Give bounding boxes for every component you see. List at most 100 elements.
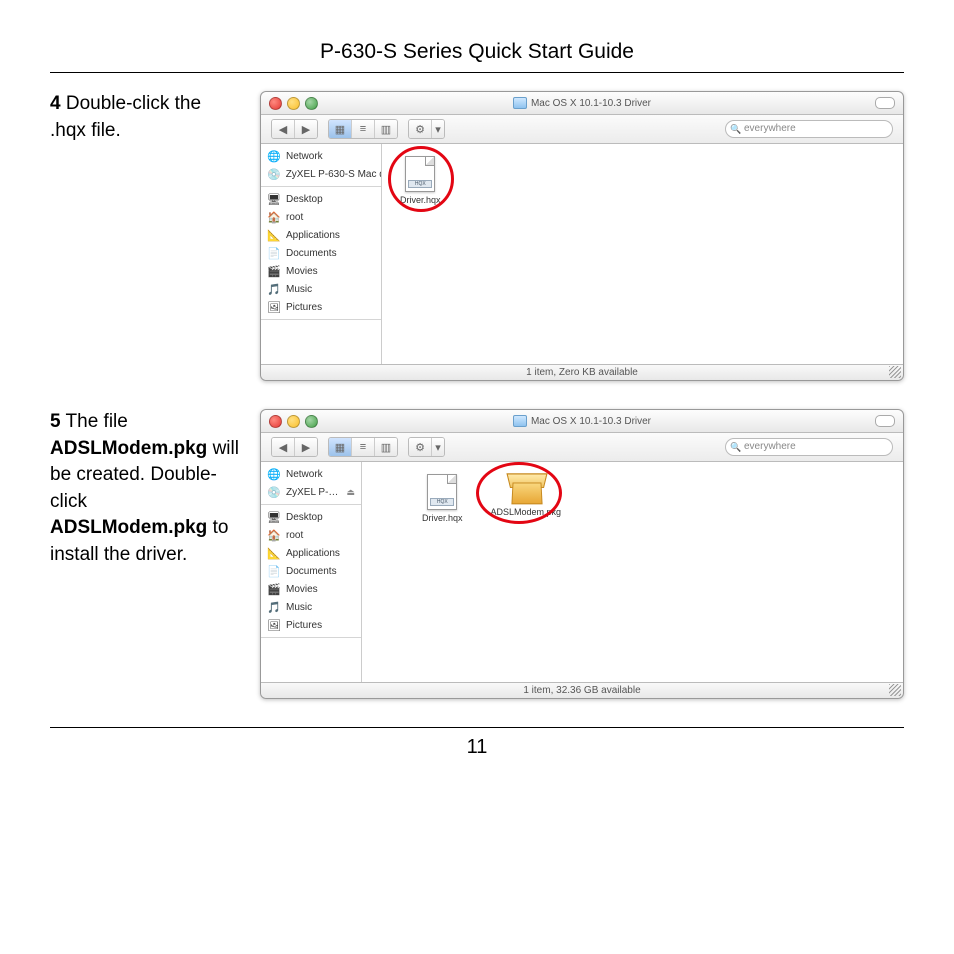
sidebar-item-label: Desktop xyxy=(286,512,323,523)
sidebar-item-root[interactable]: 🏠root xyxy=(261,526,361,544)
folder-icon xyxy=(513,415,527,427)
search-wrap: everywhere xyxy=(725,120,893,138)
applications-icon: 📐 xyxy=(267,228,281,242)
nav-buttons: ◀ ▶ xyxy=(271,119,318,139)
header-rule xyxy=(50,72,904,73)
step-number: 4 xyxy=(50,93,61,114)
sidebar-item-music[interactable]: 🎵 Music xyxy=(261,598,361,616)
sidebar-item-label: Music xyxy=(286,602,312,613)
sidebar-item-label: Movies xyxy=(286,584,318,595)
sidebar-item-label: Network xyxy=(286,469,323,480)
sidebar-item-label: Applications xyxy=(286,230,340,241)
sidebar-group-places: 🖥Desktop 🏠root 📐Applications 📄Documents … xyxy=(261,187,381,320)
music-icon: 🎵 xyxy=(267,282,281,296)
file-driver-hqx[interactable]: HQX Driver.hqx xyxy=(422,474,463,523)
file-label: Driver.hqx xyxy=(422,513,463,523)
window-title-text: Mac OS X 10.1-10.3 Driver xyxy=(531,98,651,109)
footer-rule xyxy=(50,727,904,728)
step-text-bold: ADSLModem.pkg xyxy=(50,517,207,538)
column-view-button[interactable]: ▥ xyxy=(375,438,397,456)
page-header: P-630-S Series Quick Start Guide xyxy=(50,40,904,64)
sidebar-item-disc[interactable]: 💿ZyXEL P-630-S Mac driver⏏ xyxy=(261,165,381,183)
sidebar-item-network[interactable]: 🌐 Network xyxy=(261,147,381,165)
chevron-down-icon: ▾ xyxy=(432,120,444,138)
nav-buttons: ◀ ▶ xyxy=(271,437,318,457)
status-bar: 1 item, 32.36 GB available xyxy=(261,682,903,698)
action-menu[interactable]: ⚙ ▾ xyxy=(408,119,445,139)
home-icon: 🏠 xyxy=(267,210,281,224)
sidebar-item-applications[interactable]: 📐 Applications xyxy=(261,226,381,244)
sidebar: 🌐 Network 💿ZyXEL P-…⏏ 🖥Desktop 🏠root 📐App… xyxy=(261,462,362,682)
finder-window-2: Mac OS X 10.1-10.3 Driver ◀ ▶ ▦ ≡ ▥ ⚙ ▾ … xyxy=(260,409,904,699)
sidebar-item-pictures[interactable]: 🖼Pictures xyxy=(261,616,361,634)
toolbar-toggle-icon[interactable] xyxy=(875,97,895,109)
sidebar-item-label: Movies xyxy=(286,266,318,277)
sidebar-item-disc[interactable]: 💿ZyXEL P-…⏏ xyxy=(261,483,361,501)
list-view-button[interactable]: ≡ xyxy=(352,120,375,138)
status-bar: 1 item, Zero KB available xyxy=(261,364,903,380)
globe-icon: 🌐 xyxy=(267,149,281,163)
back-button[interactable]: ◀ xyxy=(272,438,295,456)
eject-icon[interactable]: ⏏ xyxy=(346,487,355,498)
forward-button[interactable]: ▶ xyxy=(295,438,317,456)
documents-icon: 📄 xyxy=(267,564,281,578)
icon-view-button[interactable]: ▦ xyxy=(329,120,352,138)
list-view-button[interactable]: ≡ xyxy=(352,438,375,456)
sidebar-item-network[interactable]: 🌐 Network xyxy=(261,465,361,483)
sidebar-item-root[interactable]: 🏠root xyxy=(261,208,381,226)
chevron-down-icon: ▾ xyxy=(432,438,444,456)
step-text-part: The file xyxy=(66,411,128,432)
titlebar[interactable]: Mac OS X 10.1-10.3 Driver xyxy=(261,410,903,433)
column-view-button[interactable]: ▥ xyxy=(375,120,397,138)
toolbar: ◀ ▶ ▦ ≡ ▥ ⚙ ▾ everywhere xyxy=(261,433,903,462)
search-input[interactable]: everywhere xyxy=(725,120,893,138)
view-buttons: ▦ ≡ ▥ xyxy=(328,437,398,457)
icon-view-button[interactable]: ▦ xyxy=(329,438,352,456)
sidebar-item-movies[interactable]: 🎬 Movies xyxy=(261,262,381,280)
page-number: 11 xyxy=(50,736,904,759)
sidebar-item-label: Documents xyxy=(286,248,337,259)
sidebar-item-label: Desktop xyxy=(286,194,323,205)
resize-handle-icon[interactable] xyxy=(889,684,901,696)
sidebar-item-label: Pictures xyxy=(286,620,322,631)
sidebar-item-pictures[interactable]: 🖼Pictures xyxy=(261,298,381,316)
sidebar-item-label: ZyXEL P-630-S Mac driver xyxy=(286,169,381,180)
desktop-icon: 🖥 xyxy=(267,192,281,206)
status-text: 1 item, Zero KB available xyxy=(526,367,638,378)
toolbar: ◀ ▶ ▦ ≡ ▥ ⚙ ▾ everywhere xyxy=(261,115,903,144)
sidebar-item-documents[interactable]: 📄Documents xyxy=(261,562,361,580)
gear-icon: ⚙ xyxy=(409,120,432,138)
sidebar-item-label: Applications xyxy=(286,548,340,559)
documents-icon: 📄 xyxy=(267,246,281,260)
content-area[interactable]: HQX Driver.hqx ADSLModem.pkg xyxy=(362,462,903,682)
resize-handle-icon[interactable] xyxy=(889,366,901,378)
annotation-circle xyxy=(388,146,454,212)
sidebar-item-applications[interactable]: 📐Applications xyxy=(261,544,361,562)
sidebar-item-movies[interactable]: 🎬Movies xyxy=(261,580,361,598)
status-text: 1 item, 32.36 GB available xyxy=(523,685,640,696)
sidebar-item-desktop[interactable]: 🖥 Desktop xyxy=(261,190,381,208)
window-title: Mac OS X 10.1-10.3 Driver xyxy=(261,415,903,427)
search-input[interactable]: everywhere xyxy=(725,438,893,456)
movies-icon: 🎬 xyxy=(267,264,281,278)
music-icon: 🎵 xyxy=(267,600,281,614)
sidebar-group-devices: 🌐 Network 💿ZyXEL P-…⏏ xyxy=(261,462,361,505)
disc-icon: 💿 xyxy=(267,167,281,181)
sidebar-item-music[interactable]: 🎵Music xyxy=(261,280,381,298)
toolbar-toggle-icon[interactable] xyxy=(875,415,895,427)
action-menu[interactable]: ⚙ ▾ xyxy=(408,437,445,457)
step-4-text: 4 Double-click the .hqx file. xyxy=(50,91,240,144)
sidebar-item-label: Network xyxy=(286,151,323,162)
forward-button[interactable]: ▶ xyxy=(295,120,317,138)
sidebar-item-desktop[interactable]: 🖥Desktop xyxy=(261,508,361,526)
pictures-icon: 🖼 xyxy=(267,300,281,314)
gear-icon: ⚙ xyxy=(409,438,432,456)
titlebar[interactable]: Mac OS X 10.1-10.3 Driver xyxy=(261,92,903,115)
step-text-bold: ADSLModem.pkg xyxy=(50,438,207,459)
back-button[interactable]: ◀ xyxy=(272,120,295,138)
content-area[interactable]: HQX Driver.hqx xyxy=(382,144,903,364)
globe-icon: 🌐 xyxy=(267,467,281,481)
sidebar-item-documents[interactable]: 📄 Documents xyxy=(261,244,381,262)
finder-body: 🌐 Network 💿ZyXEL P-…⏏ 🖥Desktop 🏠root 📐App… xyxy=(261,462,903,682)
sidebar: 🌐Network 💿ZyXEL P-630-S Mac driver⏏ 🖥Des… xyxy=(261,144,382,364)
